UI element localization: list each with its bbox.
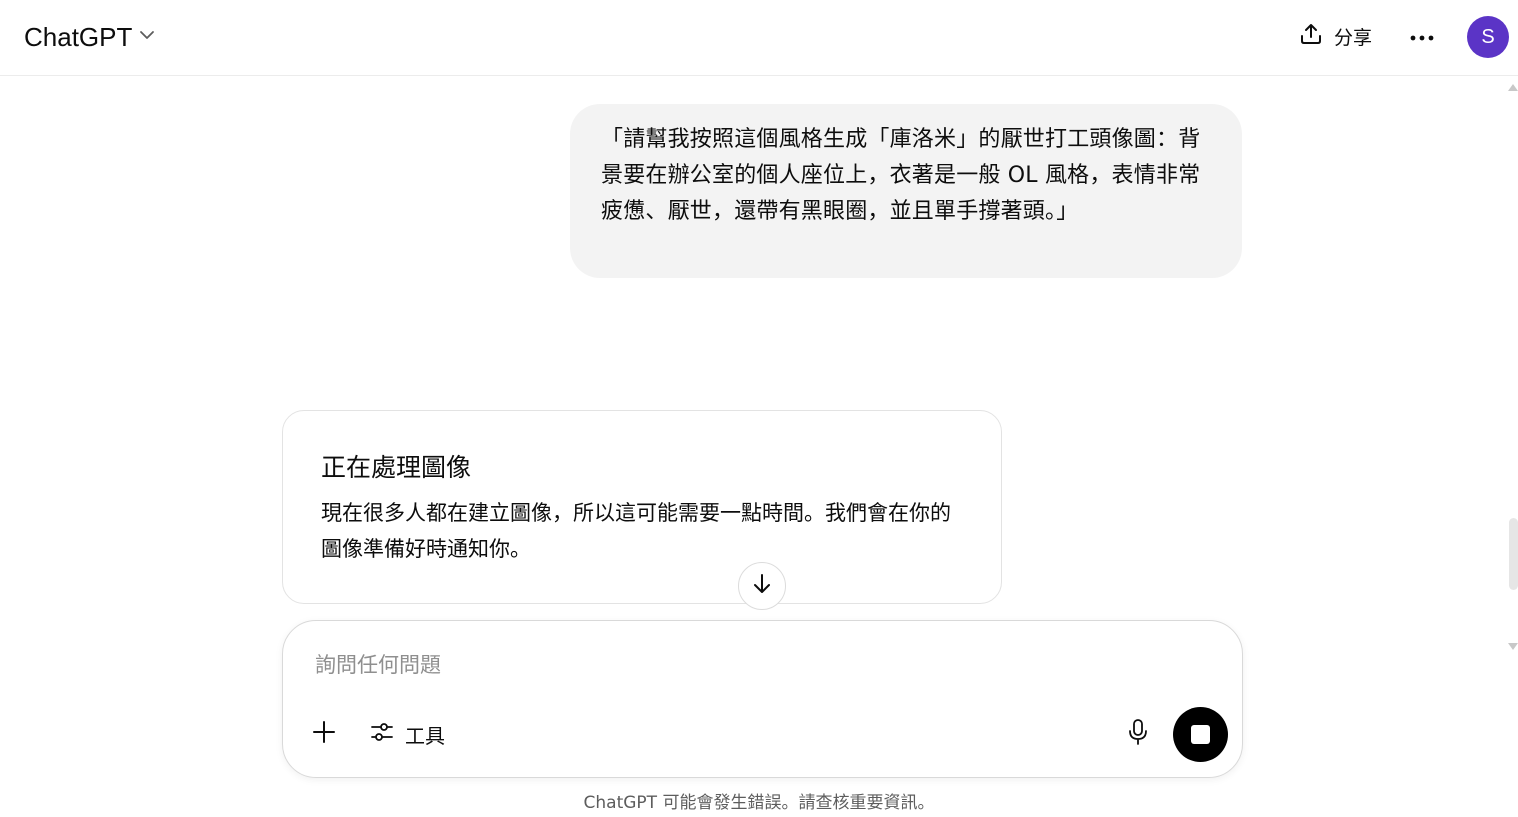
share-label: 分享: [1334, 26, 1373, 49]
scroll-to-bottom-button[interactable]: [738, 562, 786, 610]
tools-label: 工具: [405, 723, 445, 748]
top-bar: ChatGPT 分享 S: [0, 0, 1518, 76]
chevron-down-icon: [138, 26, 156, 48]
user-message-text: 「請幫我按照這個風格生成「庫洛米」的厭世打工頭像圖：背景要在辦公室的個人座位上，…: [601, 127, 1201, 224]
avatar[interactable]: S: [1467, 16, 1509, 58]
voice-input-button[interactable]: [1119, 715, 1157, 753]
arrow-down-icon: [750, 572, 774, 600]
share-button[interactable]: 分享: [1290, 16, 1380, 56]
image-processing-card: 正在處理圖像 現在很多人都在建立圖像，所以這可能需要一點時間。我們會在你的圖像準…: [282, 410, 1002, 604]
user-message-bubble: 「請幫我按照這個風格生成「庫洛米」的厭世打工頭像圖：背景要在辦公室的個人座位上，…: [570, 104, 1242, 278]
processing-title: 正在處理圖像: [321, 453, 472, 482]
prompt-input[interactable]: [315, 647, 1195, 683]
stop-generating-button[interactable]: [1173, 707, 1228, 762]
scrollbar-thumb[interactable]: [1509, 518, 1518, 590]
upload-icon: [1298, 21, 1324, 51]
avatar-initial: S: [1481, 25, 1495, 48]
scrollbar-up-arrow[interactable]: [1508, 84, 1518, 91]
model-selector-button[interactable]: ChatGPT: [14, 17, 166, 57]
disclaimer-text: ChatGPT 可能會發生錯誤。請查核重要資訊。: [583, 793, 935, 813]
microphone-icon: [1126, 718, 1150, 750]
stop-icon: [1191, 725, 1210, 744]
plus-icon: [311, 719, 337, 749]
more-options-button[interactable]: [1400, 16, 1444, 56]
scrollbar-down-arrow[interactable]: [1508, 643, 1518, 650]
composer: 工具: [282, 620, 1243, 778]
sliders-icon: [369, 719, 395, 749]
add-attachment-button[interactable]: [305, 715, 343, 753]
tools-button[interactable]: 工具: [363, 715, 451, 753]
ellipsis-icon: [1409, 27, 1435, 46]
model-name: ChatGPT: [24, 21, 133, 52]
processing-message: 現在很多人都在建立圖像，所以這可能需要一點時間。我們會在你的圖像準備好時通知你。: [321, 501, 951, 561]
